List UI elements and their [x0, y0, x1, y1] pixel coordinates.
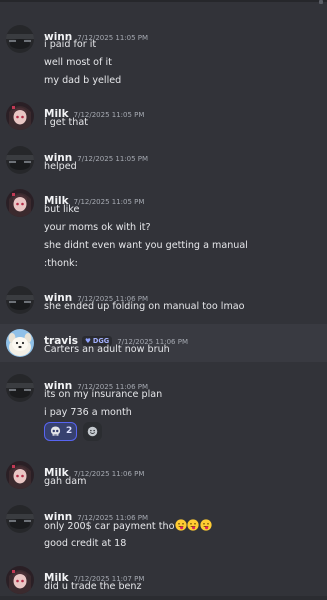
avatar-milk-image	[6, 102, 34, 130]
message-text: well most of it	[44, 57, 112, 68]
smiley-icon	[87, 426, 98, 437]
avatar-milk[interactable]	[6, 102, 34, 130]
avatar-travis-image	[6, 329, 34, 357]
avatar-travis[interactable]	[6, 329, 34, 357]
skull-icon	[50, 426, 61, 436]
avatar-winn-image	[6, 25, 34, 53]
avatar-winn-image	[6, 374, 34, 402]
message-text-with-emoji: only 200$ car payment tho	[44, 519, 212, 532]
message-text: she ended up folding on manual too lmao	[44, 301, 245, 312]
avatar-milk[interactable]	[6, 461, 34, 489]
message-text: :thonk:	[44, 258, 78, 269]
timestamp: 7/12/2025 11:05 PM	[73, 198, 145, 206]
avatar-milk-image	[6, 461, 34, 489]
message-text: did u trade the benz	[44, 581, 142, 592]
top-divider	[0, 0, 327, 2]
avatar-milk[interactable]	[6, 566, 34, 594]
message-group-winn[interactable]: winn 7/12/2025 11:05 PM helped	[0, 145, 327, 175]
avatar-milk-image	[6, 189, 34, 217]
message-group-milk[interactable]: Milk 7/12/2025 11:05 PM but like your mom…	[0, 188, 327, 272]
avatar-milk-image	[6, 566, 34, 594]
message-text: Carters an adult now bruh	[44, 344, 170, 355]
avatar-winn[interactable]	[6, 286, 34, 314]
message-text: only 200$ car payment tho	[44, 521, 175, 532]
avatar-winn-image	[6, 286, 34, 314]
message-group-winn[interactable]: winn 7/12/2025 11:06 PM its on my insuran…	[0, 373, 327, 445]
message-text: i get that	[44, 117, 89, 128]
message-group-travis[interactable]: travis ♥ DGG 7/12/2025 11:06 PM Carters an …	[0, 324, 327, 362]
reaction-skull[interactable]: 2	[44, 422, 77, 441]
message-text: its on my insurance plan	[44, 389, 163, 400]
avatar-winn[interactable]	[6, 146, 34, 174]
message-group-winn[interactable]: winn 7/12/2025 11:06 PM she ended up fold…	[0, 285, 327, 315]
message-text: but like	[44, 204, 80, 215]
scrollbar-thumb[interactable]	[319, 0, 323, 4]
avatar-winn-image	[6, 505, 34, 533]
message-text: good credit at 18	[44, 538, 127, 549]
timestamp: 7/12/2025 11:05 PM	[77, 155, 149, 163]
message-text: i pay 736 a month	[44, 407, 132, 418]
message-group-milk[interactable]: Milk 7/12/2025 11:05 PM i get that	[0, 101, 327, 131]
message-group-winn[interactable]: winn 7/12/2025 11:05 PM i paid for it wel…	[0, 22, 327, 90]
scroll-top-edge	[0, 0, 327, 9]
message-group-milk[interactable]: Milk 7/12/2025 11:07 PM did u trade the b…	[0, 565, 327, 595]
message-text: gah dam	[44, 476, 87, 487]
avatar-winn-image	[6, 146, 34, 174]
tongue-out-emoji-icon	[187, 519, 200, 531]
avatar-winn[interactable]	[6, 25, 34, 53]
reaction-count: 2	[66, 426, 73, 436]
message-group-winn[interactable]: winn 7/12/2025 11:06 PM only 200$ car pay…	[0, 504, 327, 554]
tongue-out-emoji-icon	[175, 519, 187, 531]
avatar-winn[interactable]	[6, 374, 34, 402]
message-text: i paid for it	[44, 39, 97, 50]
avatar-winn[interactable]	[6, 505, 34, 533]
message-group-milk[interactable]: Milk 7/12/2025 11:06 PM gah dam	[0, 460, 327, 490]
message-text: she didnt even want you getting a manual	[44, 240, 248, 251]
avatar-milk[interactable]	[6, 189, 34, 217]
message-text: your moms ok with it?	[44, 222, 151, 233]
message-text: my dad b yelled	[44, 75, 122, 86]
composer-edge	[0, 596, 327, 600]
message-text: helped	[44, 161, 77, 172]
add-reaction-button[interactable]	[83, 422, 102, 441]
tongue-out-emoji-icon	[200, 519, 212, 531]
